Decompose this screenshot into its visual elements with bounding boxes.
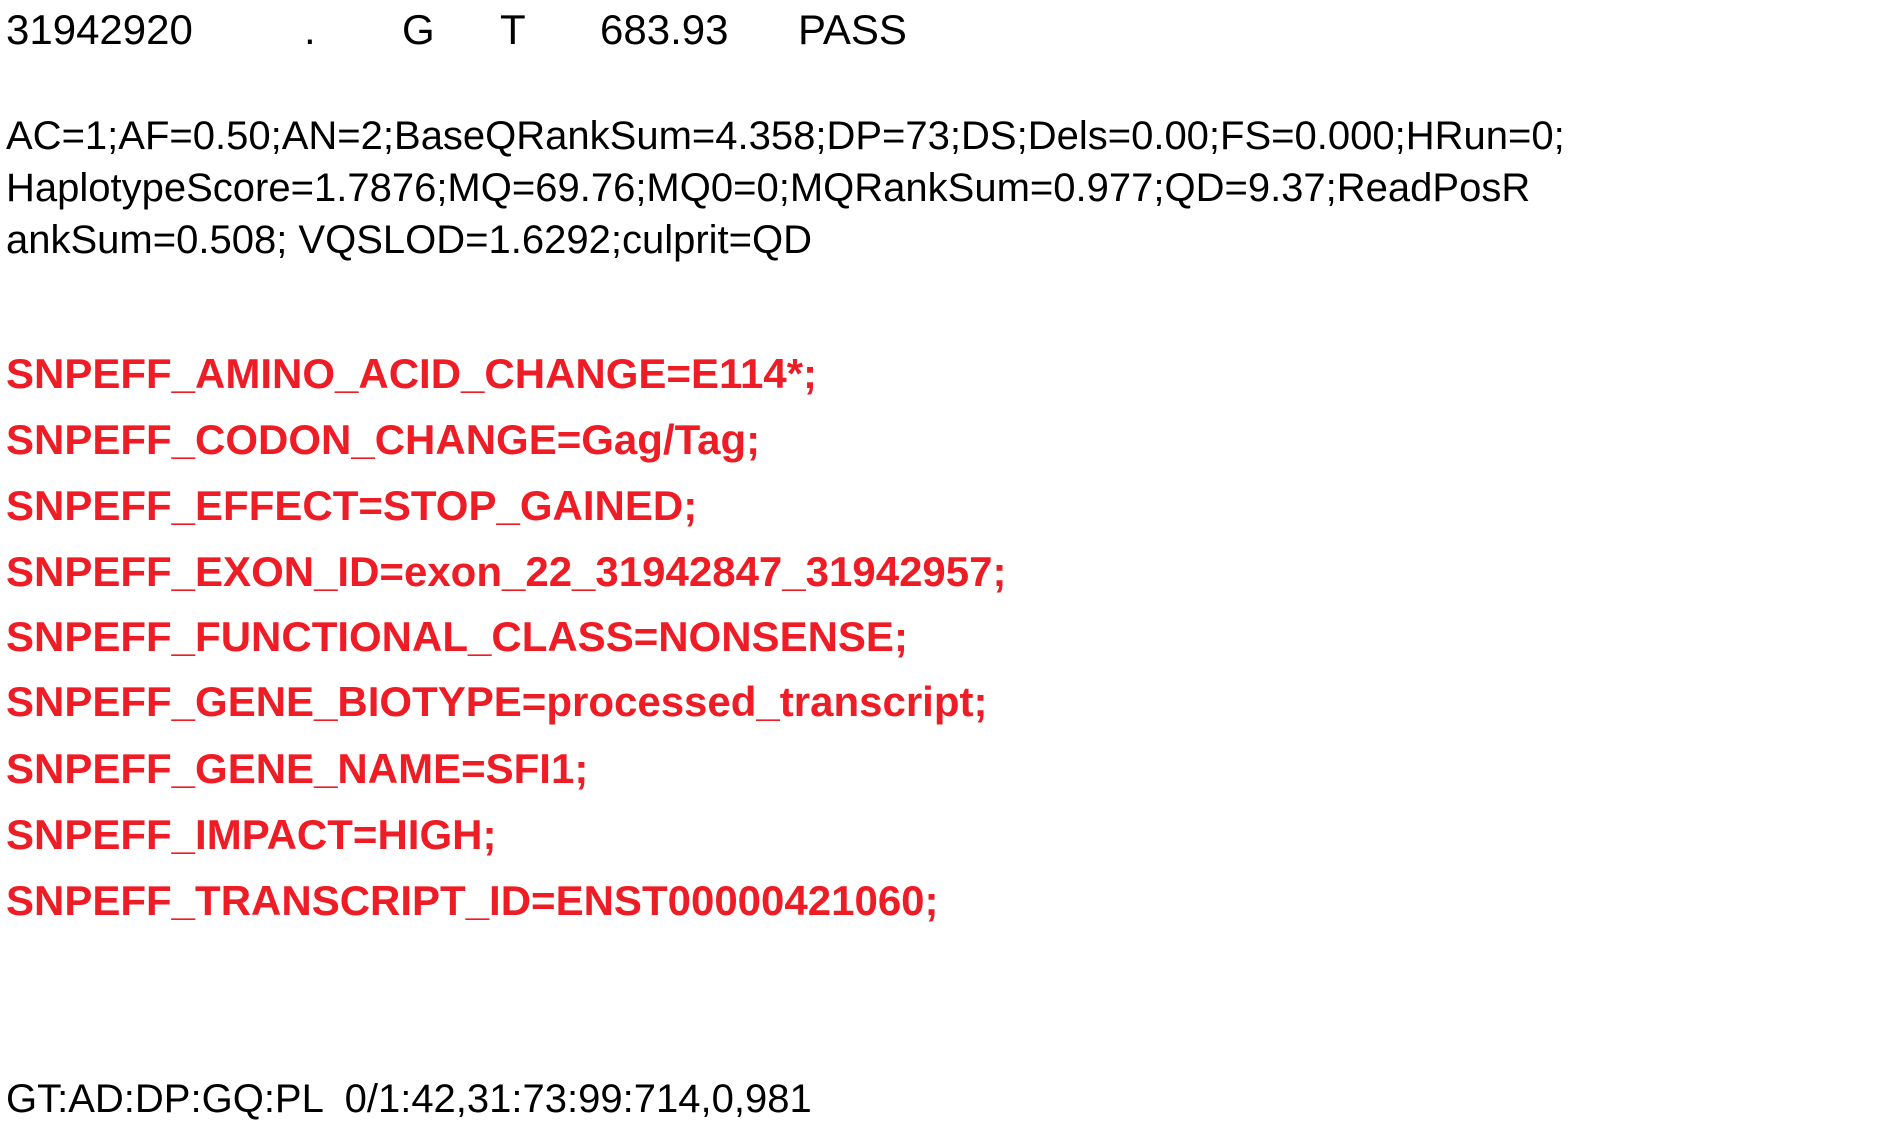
snpeff-line: SNPEFF_GENE_NAME=SFI1; — [6, 745, 589, 792]
snpeff-line: SNPEFF_EXON_ID=exon_22_31942847_31942957… — [6, 548, 1007, 595]
alt-field: T — [500, 6, 526, 53]
filter-field: PASS — [798, 6, 907, 53]
info-line: ankSum=0.508; VQSLOD=1.6292;culprit=QD — [6, 218, 813, 262]
format-line: GT:AD:DP:GQ:PL 0/1:42,31:73:99:714,0,981 — [6, 1077, 812, 1121]
snpeff-line: SNPEFF_IMPACT=HIGH; — [6, 811, 497, 858]
snpeff-line: SNPEFF_GENE_BIOTYPE=processed_transcript… — [6, 678, 988, 725]
info-line: AC=1;AF=0.50;AN=2;BaseQRankSum=4.358;DP=… — [6, 114, 1565, 158]
ref-field: G — [402, 6, 435, 53]
id-field: . — [304, 6, 316, 53]
snpeff-line: SNPEFF_TRANSCRIPT_ID=ENST00000421060; — [6, 877, 939, 924]
pos-field: 31942920 — [6, 6, 193, 53]
snpeff-line: SNPEFF_EFFECT=STOP_GAINED; — [6, 482, 698, 529]
qual-field: 683.93 — [600, 6, 729, 53]
info-line: HaplotypeScore=1.7876;MQ=69.76;MQ0=0;MQR… — [6, 166, 1531, 210]
snpeff-line: SNPEFF_FUNCTIONAL_CLASS=NONSENSE; — [6, 613, 908, 660]
snpeff-line: SNPEFF_CODON_CHANGE=Gag/Tag; — [6, 416, 761, 463]
snpeff-line: SNPEFF_AMINO_ACID_CHANGE=E114*; — [6, 350, 818, 397]
